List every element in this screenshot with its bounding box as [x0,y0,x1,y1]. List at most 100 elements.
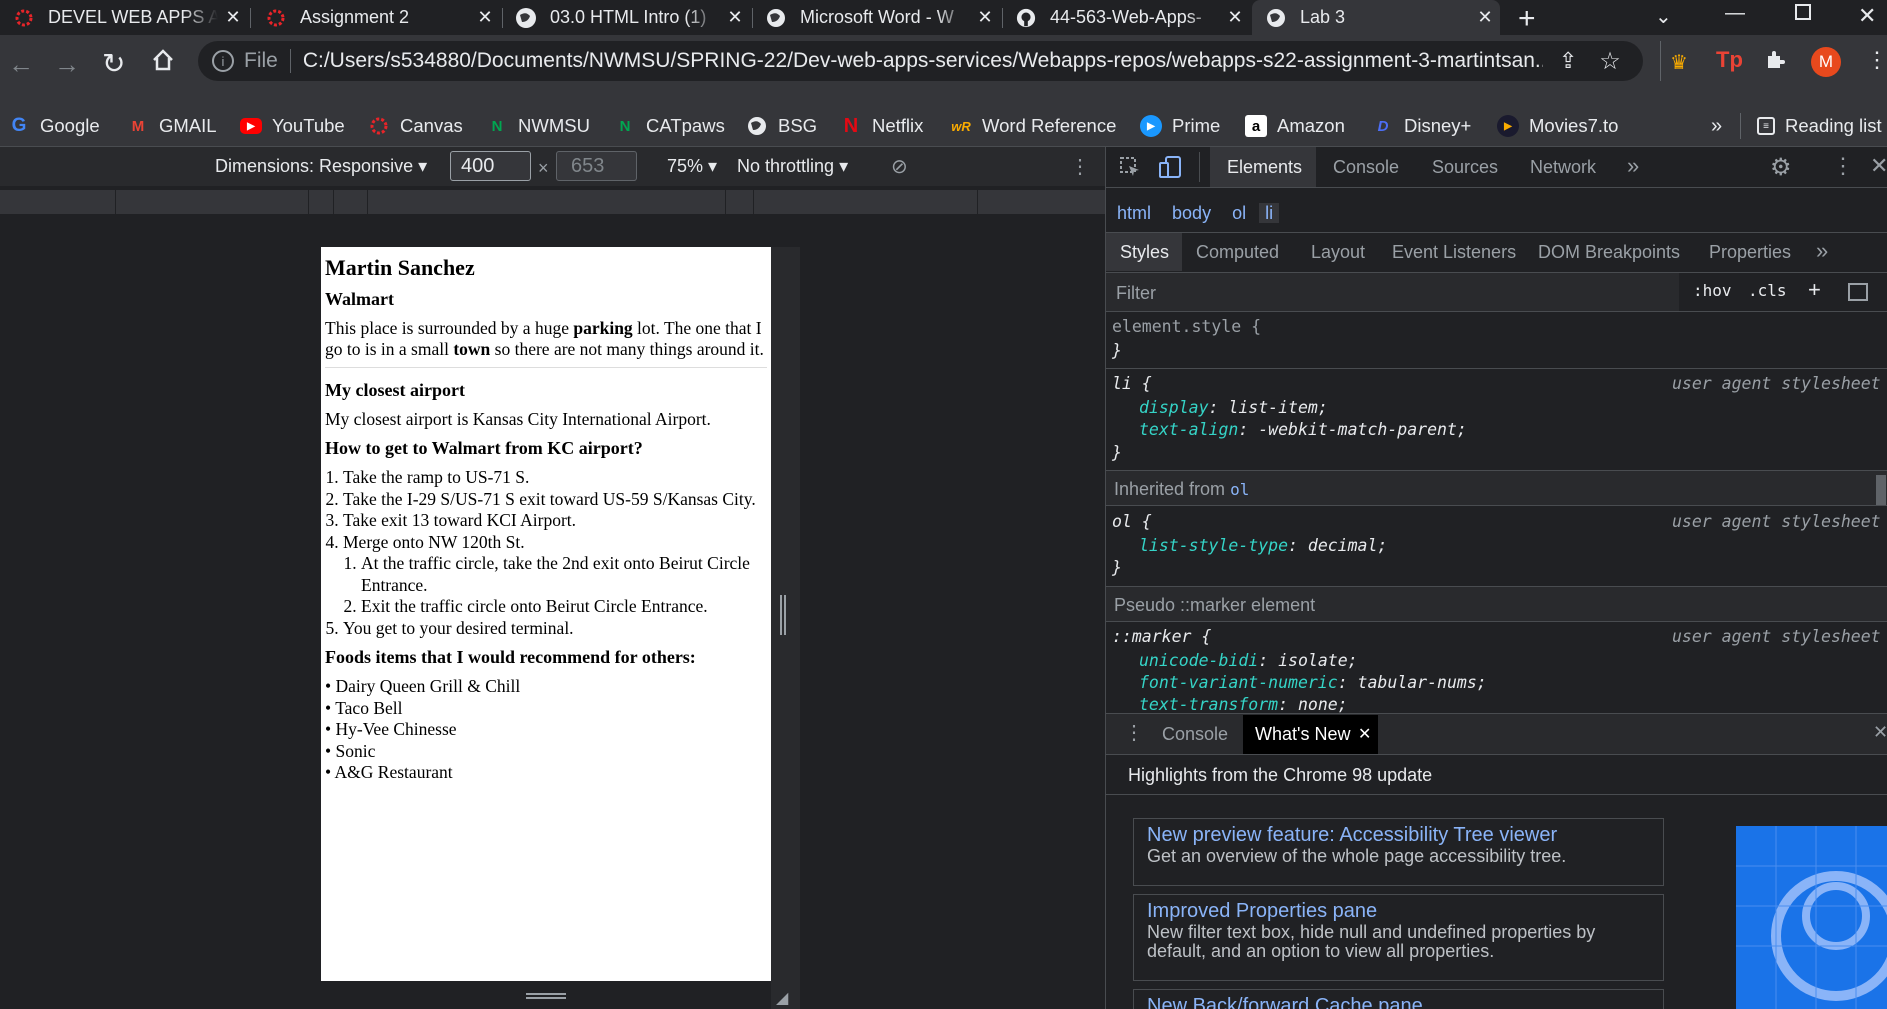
drawer-tab-whats-new[interactable]: What's New [1255,724,1350,745]
breadcrumb-body[interactable]: body [1172,203,1211,223]
share-icon[interactable]: ⇪ [1559,48,1577,74]
dimensions-select[interactable]: Dimensions: Responsive ▾ [215,156,427,177]
bookmark-nwmsu[interactable]: N NWMSU [486,105,590,147]
reload-button[interactable]: ↻ [102,47,125,80]
resize-corner-icon[interactable]: ◢ [776,988,788,1008]
tab-console[interactable]: Console [1333,157,1399,178]
css-declaration[interactable]: list-style-type: decimal; [1139,536,1387,555]
puzzle-icon[interactable] [1764,48,1788,77]
css-declaration[interactable]: text-transform: none; [1139,695,1348,713]
zoom-select[interactable]: 75% ▾ [667,156,717,177]
forward-button[interactable]: → [54,49,80,80]
tp-extension-icon[interactable]: Tp [1716,47,1743,73]
device-toggle-icon[interactable] [1158,155,1182,184]
close-devtools-icon[interactable]: ✕ [1870,153,1887,179]
bookmark-canvas[interactable]: Canvas [368,105,463,147]
height-input[interactable]: 653 [556,151,637,181]
width-input[interactable]: 400 [450,151,531,181]
feature-card[interactable]: New preview feature: Accessibility Tree … [1133,818,1664,886]
close-icon[interactable]: ✕ [470,7,500,28]
more-options-icon[interactable]: ⋮ [1070,154,1090,179]
resize-handle[interactable] [780,595,786,635]
close-drawer-icon[interactable]: ✕ [1873,722,1887,743]
rotate-icon[interactable]: ⊘ [891,154,908,179]
styles-filter-input[interactable] [1106,273,1679,311]
avatar[interactable]: M [1811,47,1841,77]
close-icon[interactable]: ✕ [720,7,750,28]
css-declaration[interactable]: text-align: -webkit-match-parent; [1139,420,1467,439]
subtab-computed[interactable]: Computed [1196,242,1279,263]
toggle-sidebar-icon[interactable] [1848,283,1868,301]
tab-network[interactable]: Network [1530,157,1596,178]
more-tabs-button[interactable]: » [1627,153,1639,179]
css-declaration[interactable]: unicode-bidi: isolate; [1139,651,1358,670]
feature-card-title[interactable]: New preview feature: Accessibility Tree … [1147,823,1650,847]
tab-elements[interactable]: Elements [1227,157,1302,178]
close-icon[interactable]: ✕ [1220,7,1250,28]
address-bar[interactable]: i File C:/Users/s534880/Documents/NWMSU/… [198,41,1643,81]
css-declaration[interactable]: display: list-item; [1139,398,1328,417]
feature-card-title[interactable]: New Back/forward Cache pane [1147,994,1650,1009]
subtab-properties[interactable]: Properties [1709,242,1791,263]
element-style-rule[interactable]: element.style { [1112,317,1261,336]
drawer-menu-icon[interactable]: ⋮ [1124,720,1144,745]
bookmark-bsg[interactable]: BSG [746,105,817,147]
inherited-ol-link[interactable]: ol [1230,480,1249,499]
info-icon[interactable]: i [212,50,234,72]
bookmark-word-reference[interactable]: wR Word Reference [950,105,1116,147]
breadcrumb-html[interactable]: html [1117,203,1151,223]
chevron-down-icon[interactable]: ⌄ [1655,4,1672,29]
subtab-dom-breakpoints[interactable]: DOM Breakpoints [1538,242,1680,263]
breadcrumb-li[interactable]: li [1259,203,1280,223]
close-icon[interactable]: ✕ [218,7,248,28]
home-button[interactable] [150,47,176,78]
bookmark-youtube[interactable]: ▶ YouTube [240,105,345,147]
throttling-select[interactable]: No throttling ▾ [737,156,848,177]
feature-card-title[interactable]: Improved Properties pane [1147,899,1650,923]
bookmark-google[interactable]: G Google [8,105,100,147]
feature-card[interactable]: New Back/forward Cache pane [1133,989,1664,1009]
bookmarks-overflow-button[interactable]: » [1711,105,1722,147]
drawer-tab-console[interactable]: Console [1162,724,1228,745]
gear-icon[interactable]: ⚙ [1770,153,1792,182]
feature-card[interactable]: Improved Properties pane New filter text… [1133,894,1664,981]
bookmark-movies7[interactable]: ▶ Movies7.to [1497,105,1618,147]
close-icon[interactable]: ✕ [1358,724,1371,744]
bookmark-disney[interactable]: D Disney+ [1372,105,1472,147]
tab-assignment-2[interactable]: Assignment 2 ✕ [252,0,500,35]
more-options-icon[interactable]: ⋮ [1832,153,1854,179]
close-icon[interactable]: ✕ [970,7,1000,28]
bookmark-amazon[interactable]: a Amazon [1245,105,1345,147]
close-icon[interactable]: ✕ [1470,7,1500,28]
ol-selector[interactable]: ol { [1112,512,1152,531]
crown-extension-icon[interactable]: ♛ [1670,50,1688,75]
tab-lab-3[interactable]: Lab 3 ✕ [1252,0,1500,35]
inspect-icon[interactable] [1119,156,1141,183]
new-rule-icon[interactable]: + [1808,277,1821,303]
menu-icon[interactable]: ⋮ [1866,47,1887,73]
back-button[interactable]: ← [8,49,34,80]
maximize-button[interactable] [1795,4,1811,20]
marker-selector[interactable]: ::marker { [1112,627,1211,646]
minimize-button[interactable]: — [1725,2,1745,25]
close-window-button[interactable]: ✕ [1858,3,1876,29]
star-icon[interactable]: ☆ [1599,47,1621,76]
breadcrumb-ol[interactable]: ol [1232,203,1246,223]
cls-button[interactable]: .cls [1748,281,1787,300]
reading-list-button[interactable]: ≡ Reading list [1757,105,1882,147]
tab-devel-web-apps[interactable]: DEVEL WEB APPS A ✕ [0,0,248,35]
bookmark-netflix[interactable]: N Netflix [840,105,924,147]
subtab-layout[interactable]: Layout [1311,242,1365,263]
styles-scrollbar[interactable] [1876,475,1886,505]
css-declaration[interactable]: font-variant-numeric: tabular-nums; [1139,673,1487,692]
bookmark-gmail[interactable]: M GMAIL [127,105,217,147]
resize-handle-bottom[interactable] [526,993,566,999]
tab-github[interactable]: 44-563-Web-Apps- ✕ [1002,0,1250,35]
bookmark-catpaws[interactable]: N CATpaws [614,105,725,147]
more-subtabs-button[interactable]: » [1816,238,1828,264]
tab-html-intro[interactable]: 03.0 HTML Intro (1) ✕ [502,0,750,35]
subtab-styles[interactable]: Styles [1120,242,1169,263]
bookmark-prime[interactable]: ▶ Prime [1140,105,1220,147]
tab-microsoft-word[interactable]: Microsoft Word - W ✕ [752,0,1000,35]
hov-button[interactable]: :hov [1693,281,1732,300]
